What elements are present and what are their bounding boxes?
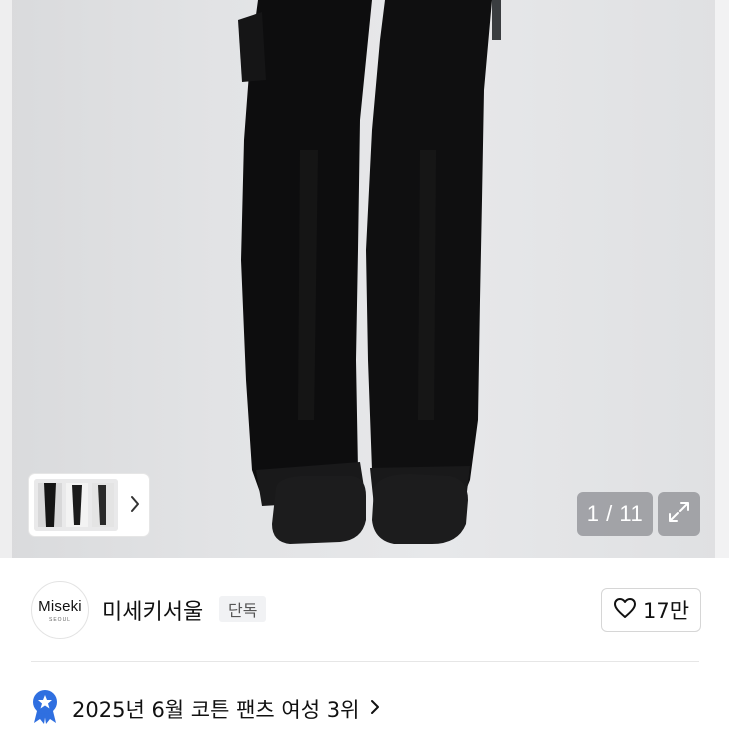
- brand-section: Miseki SEOUL 미세키서울 단독 17만: [0, 558, 729, 662]
- expand-icon: [666, 499, 692, 530]
- brand-logo[interactable]: Miseki SEOUL: [31, 581, 89, 639]
- image-page-counter: 1 / 11: [577, 492, 653, 536]
- like-count: 17만: [642, 599, 690, 623]
- thumbnail-strip[interactable]: [29, 474, 149, 536]
- exclusive-badge: 단독: [219, 596, 267, 622]
- expand-button[interactable]: [658, 492, 700, 536]
- brand-logo-text: Miseki: [38, 597, 82, 615]
- ranking-link[interactable]: 2025년 6월 코튼 팬츠 여성 3위: [30, 689, 381, 730]
- chevron-right-icon: [369, 697, 381, 722]
- ribbon-badge-icon: [30, 689, 60, 730]
- ranking-text: 2025년 6월 코튼 팬츠 여성 3위: [72, 698, 360, 722]
- thumbnail-image[interactable]: [34, 479, 118, 531]
- like-button[interactable]: 17만: [601, 588, 701, 632]
- brand-name-link[interactable]: 미세키서울: [102, 594, 203, 626]
- heart-icon: [613, 597, 637, 624]
- section-divider: [31, 661, 699, 662]
- chevron-right-icon[interactable]: [129, 494, 141, 519]
- product-image-gallery[interactable]: 1 / 11: [0, 0, 729, 558]
- brand-logo-subtext: SEOUL: [49, 616, 71, 623]
